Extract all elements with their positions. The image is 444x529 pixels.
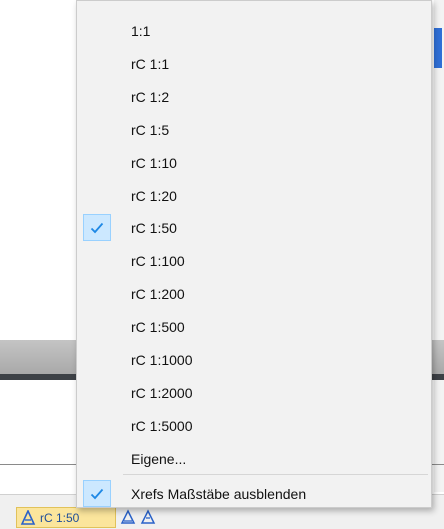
- menu-item-label: rC 1:200: [131, 285, 185, 302]
- menu-item-label: rC 1:500: [131, 318, 185, 335]
- menu-item-label: rC 1:50: [131, 219, 177, 236]
- menu-item-label: rC 1:5000: [131, 417, 193, 434]
- menu-item-scale[interactable]: rC 1:2: [77, 80, 431, 113]
- annotation-visibility-icon[interactable]: [120, 509, 136, 525]
- menu-item-scale[interactable]: rC 1:1: [77, 47, 431, 80]
- menu-item-label: rC 1:20: [131, 187, 177, 204]
- menu-item-scale[interactable]: rC 1:100: [77, 244, 431, 277]
- menu-item-hide-xref-scales[interactable]: Xrefs Maßstäbe ausblenden: [77, 477, 431, 510]
- annotation-scale-label: rC 1:50: [40, 510, 80, 525]
- menu-item-label: rC 1:100: [131, 252, 185, 269]
- menu-item-scale[interactable]: rC 1:1000: [77, 343, 431, 376]
- check-icon: [83, 480, 111, 507]
- menu-item-label: rC 1:2000: [131, 384, 193, 401]
- annotation-scale-icon: [20, 509, 36, 525]
- menu-item-scale[interactable]: rC 1:5000: [77, 409, 431, 442]
- auto-scale-icon[interactable]: [140, 509, 156, 525]
- menu-item-label: rC 1:1: [131, 55, 170, 72]
- background-accent: [434, 28, 442, 68]
- menu-item-scale[interactable]: rC 1:2000: [77, 376, 431, 409]
- scale-dropdown-menu: 1:1 rC 1:1 rC 1:2 rC 1:5 rC 1:10 rC 1:20 rC 1:…: [76, 0, 432, 508]
- menu-item-scale[interactable]: rC 1:50: [77, 211, 431, 244]
- menu-item-scale[interactable]: 1:1: [77, 14, 431, 47]
- check-icon: [83, 214, 111, 241]
- menu-item-label: Eigene...: [131, 450, 187, 467]
- menu-item-scale[interactable]: rC 1:5: [77, 113, 431, 146]
- status-icon-group: [120, 509, 156, 525]
- menu-item-label: Xrefs Maßstäbe ausblenden: [131, 485, 307, 502]
- menu-item-scale[interactable]: rC 1:200: [77, 277, 431, 310]
- annotation-scale-button[interactable]: rC 1:50: [16, 507, 116, 528]
- menu-item-scale[interactable]: Eigene...: [77, 442, 431, 475]
- menu-item-label: 1:1: [131, 22, 151, 39]
- menu-item-label: rC 1:10: [131, 154, 177, 171]
- menu-item-label: rC 1:2: [131, 88, 170, 105]
- background-window-edge: [434, 0, 444, 492]
- menu-item-scale[interactable]: rC 1:20: [77, 179, 431, 212]
- menu-item-scale[interactable]: rC 1:10: [77, 146, 431, 179]
- menu-item-label: rC 1:5: [131, 121, 170, 138]
- menu-item-label: rC 1:1000: [131, 351, 193, 368]
- menu-item-scale[interactable]: rC 1:500: [77, 310, 431, 343]
